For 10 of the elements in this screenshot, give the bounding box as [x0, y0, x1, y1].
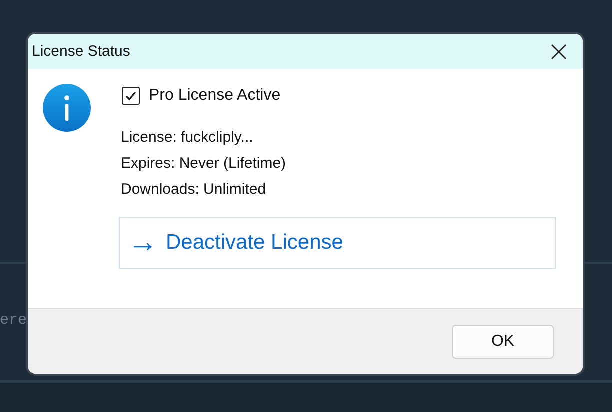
- deactivate-link[interactable]: → Deactivate License: [119, 217, 556, 269]
- ok-button[interactable]: OK: [452, 324, 554, 358]
- window-title: License Status: [32, 43, 130, 60]
- status-label: Pro License Active: [149, 87, 281, 105]
- close-icon[interactable]: [551, 44, 567, 60]
- detail-text: Downloads: Unlimited: [121, 180, 268, 200]
- detail-text: Expires: Never (Lifetime): [121, 154, 288, 174]
- background-text: ere: [0, 312, 28, 328]
- detail-text: License: fuckcliply...: [121, 128, 254, 148]
- info-icon: [43, 84, 91, 132]
